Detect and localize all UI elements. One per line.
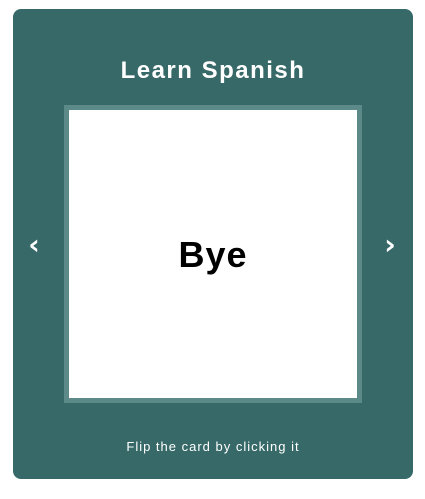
flashcard-panel: Learn Spanish ‹ Bye › Flip the card by c…: [13, 9, 413, 479]
chevron-right-icon: ›: [384, 228, 396, 261]
next-card-button[interactable]: ›: [375, 225, 405, 265]
chevron-left-icon: ‹: [28, 228, 40, 261]
flashcard[interactable]: Bye: [64, 105, 362, 403]
flip-hint: Flip the card by clicking it: [126, 439, 300, 454]
card-word: Bye: [178, 234, 248, 275]
app-title: Learn Spanish: [120, 57, 306, 84]
previous-card-button[interactable]: ‹: [19, 225, 49, 265]
